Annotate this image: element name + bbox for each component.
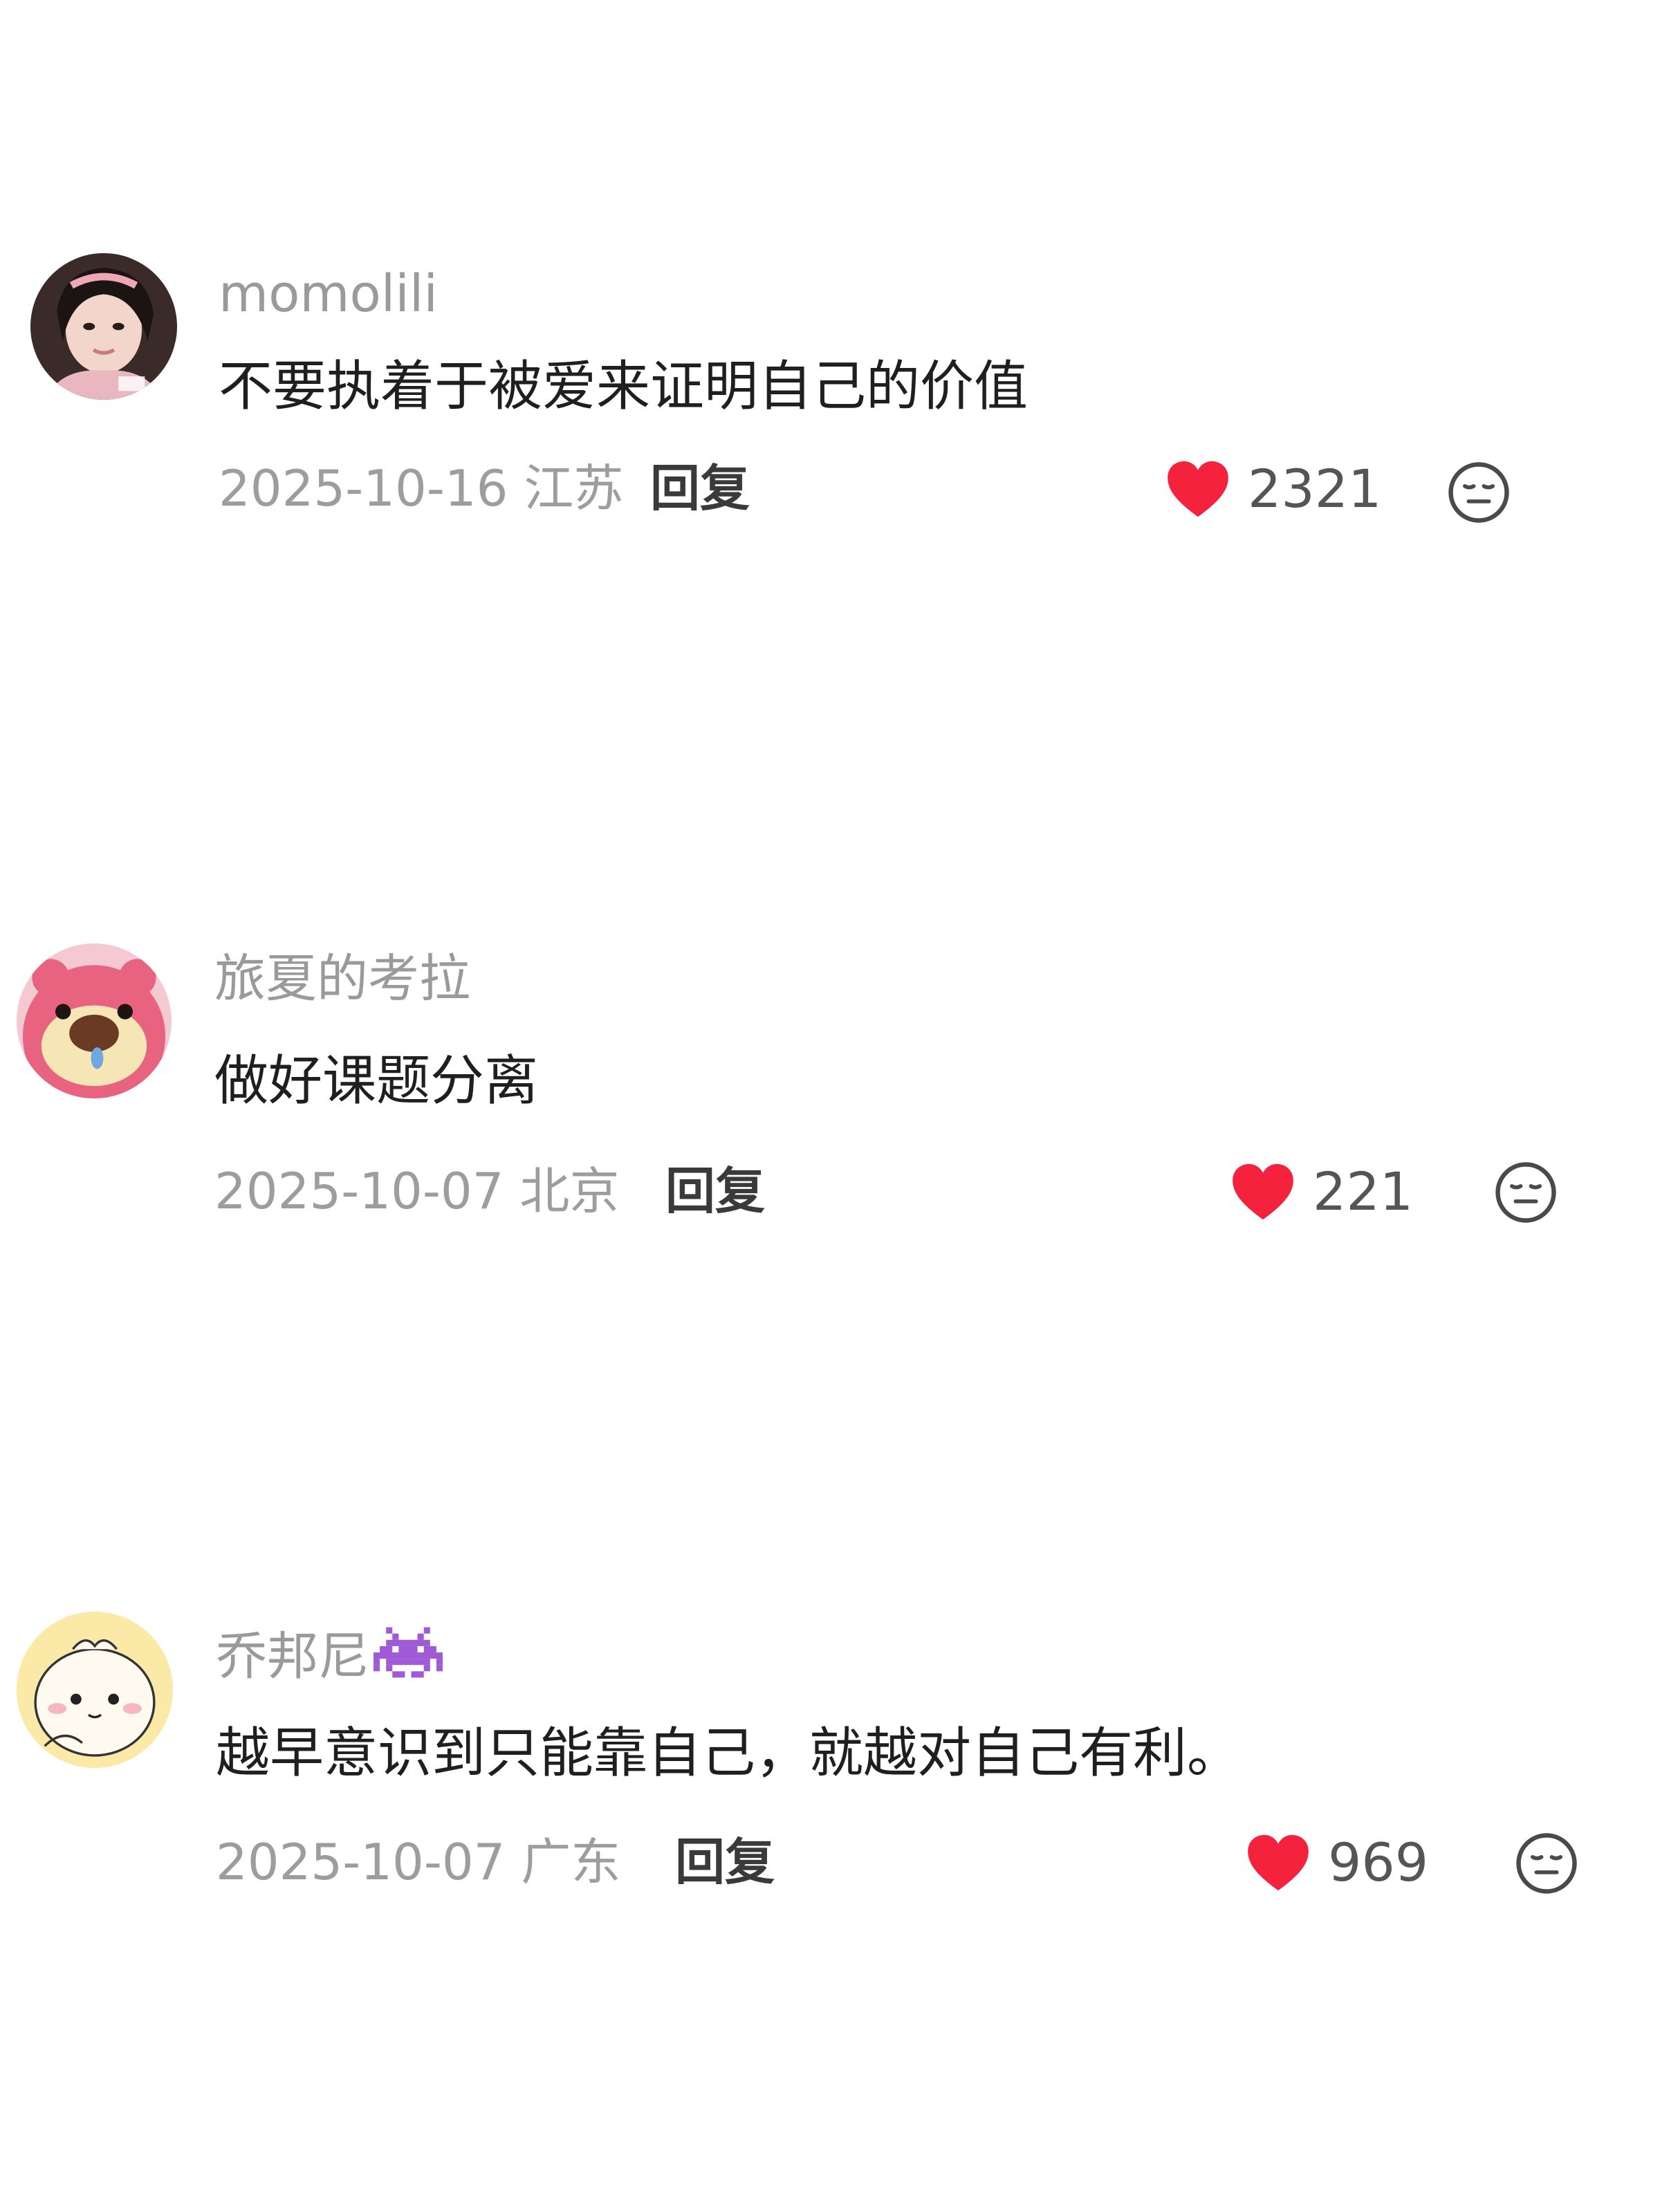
- comment-date-location: 2025-10-16 江苏: [219, 459, 624, 517]
- comment-text: 越早意识到只能靠自己，就越对自己有利。: [216, 1722, 1242, 1785]
- like-count: 221: [1313, 1161, 1414, 1222]
- strawberry-bear-avatar: [17, 943, 172, 1098]
- purple-space-invader-icon: [374, 1627, 443, 1678]
- user-avatar[interactable]: [17, 1612, 173, 1768]
- like-button[interactable]: 221: [1231, 1161, 1413, 1223]
- heart-icon: [1168, 461, 1228, 517]
- username-text: 乔邦尼: [216, 1627, 369, 1686]
- like-count: 969: [1328, 1832, 1429, 1893]
- like-button[interactable]: 2321: [1166, 458, 1381, 520]
- expressionless-face-icon[interactable]: [1447, 461, 1511, 524]
- heart-icon: [1248, 1834, 1309, 1891]
- like-button[interactable]: 969: [1246, 1832, 1428, 1894]
- reply-button[interactable]: 回复: [665, 1166, 765, 1216]
- comment-date-location: 2025-10-07 广东: [216, 1833, 621, 1891]
- username[interactable]: momolili: [219, 268, 438, 320]
- username[interactable]: 旅夏的考拉: [214, 953, 470, 1004]
- expressionless-face-icon[interactable]: [1494, 1161, 1558, 1224]
- heart-icon: [1233, 1163, 1293, 1220]
- reply-button[interactable]: 回复: [650, 463, 750, 513]
- expressionless-face-icon[interactable]: [1515, 1832, 1578, 1895]
- reply-button[interactable]: 回复: [675, 1837, 775, 1887]
- user-avatar[interactable]: [30, 253, 177, 400]
- username[interactable]: 乔邦尼: [216, 1627, 443, 1682]
- user-avatar-photo: [30, 253, 177, 400]
- like-count: 2321: [1248, 458, 1382, 519]
- comment-item: 乔邦尼 越早意识到只能靠自己，就越对自己有利。 2025-10-07 广东 回复…: [0, 1612, 1660, 1916]
- comment-date-location: 2025-10-07 北京: [214, 1162, 620, 1220]
- comment-item: momolili 不要执着于被爱来证明自己的价值 2025-10-16 江苏 回…: [0, 249, 1660, 553]
- user-avatar[interactable]: [17, 943, 172, 1098]
- cartoon-chick-avatar: [17, 1612, 173, 1768]
- comment-item: 旅夏的考拉 做好课题分离 2025-10-07 北京 回复 221: [0, 941, 1660, 1245]
- comment-text: 不要执着于被爱来证明自己的价值: [219, 356, 1029, 418]
- comment-text: 做好课题分离: [214, 1050, 539, 1112]
